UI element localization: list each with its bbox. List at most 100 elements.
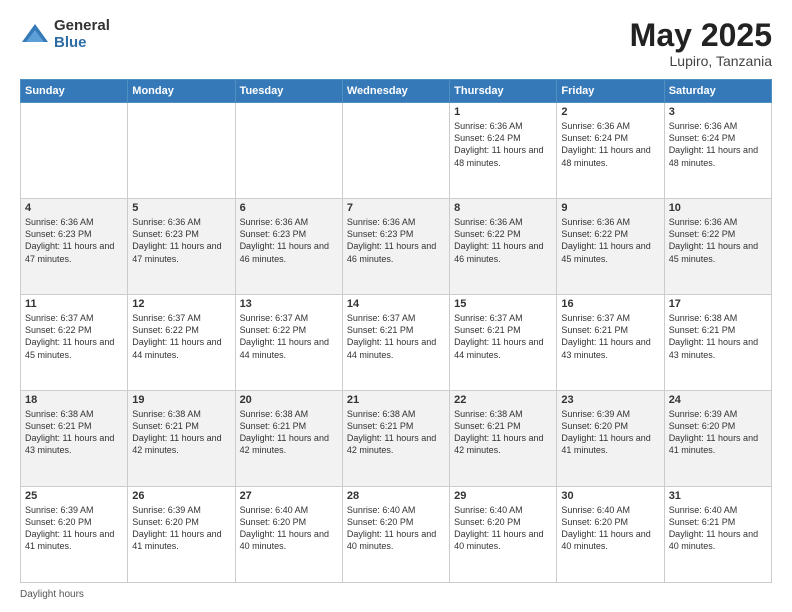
day-number: 30 (561, 490, 659, 502)
calendar-table: Sunday Monday Tuesday Wednesday Thursday… (20, 79, 772, 583)
logo-text: General Blue (54, 18, 110, 51)
calendar-cell (342, 103, 449, 199)
calendar-cell: 9 Sunrise: 6:36 AM Sunset: 6:22 PM Daylig… (557, 199, 664, 295)
day-info: Sunrise: 6:38 AM Sunset: 6:21 PM Dayligh… (454, 408, 552, 457)
day-number: 25 (25, 490, 123, 502)
day-number: 9 (561, 202, 659, 214)
calendar-cell: 24 Sunrise: 6:39 AM Sunset: 6:20 PM Dayli… (664, 391, 771, 487)
day-info: Sunrise: 6:40 AM Sunset: 6:20 PM Dayligh… (561, 504, 659, 553)
calendar-cell: 13 Sunrise: 6:37 AM Sunset: 6:22 PM Dayli… (235, 295, 342, 391)
day-info: Sunrise: 6:39 AM Sunset: 6:20 PM Dayligh… (132, 504, 230, 553)
calendar-cell: 31 Sunrise: 6:40 AM Sunset: 6:21 PM Dayli… (664, 487, 771, 583)
calendar-cell: 10 Sunrise: 6:36 AM Sunset: 6:22 PM Dayli… (664, 199, 771, 295)
col-header-thursday: Thursday (450, 80, 557, 103)
col-header-friday: Friday (557, 80, 664, 103)
day-info: Sunrise: 6:36 AM Sunset: 6:23 PM Dayligh… (25, 216, 123, 265)
page: General Blue May 2025 Lupiro, Tanzania S… (0, 0, 792, 612)
day-number: 19 (132, 394, 230, 406)
day-info: Sunrise: 6:40 AM Sunset: 6:20 PM Dayligh… (240, 504, 338, 553)
day-number: 17 (669, 298, 767, 310)
day-info: Sunrise: 6:40 AM Sunset: 6:21 PM Dayligh… (669, 504, 767, 553)
day-number: 6 (240, 202, 338, 214)
day-info: Sunrise: 6:37 AM Sunset: 6:21 PM Dayligh… (347, 312, 445, 361)
day-number: 10 (669, 202, 767, 214)
calendar-cell: 23Sunrise: 6:39 AM Sunset: 6:20 PM Dayli… (557, 391, 664, 487)
day-number: 5 (132, 202, 230, 214)
day-number: 24 (669, 394, 767, 406)
logo-general-text: General (54, 18, 110, 35)
day-number: 20 (240, 394, 338, 406)
title-block: May 2025 Lupiro, Tanzania (630, 18, 772, 69)
title-location: Lupiro, Tanzania (630, 53, 772, 69)
day-number: 31 (669, 490, 767, 502)
day-number: 15 (454, 298, 552, 310)
day-number: 27 (240, 490, 338, 502)
day-number: 7 (347, 202, 445, 214)
calendar-cell: 15 Sunrise: 6:37 AM Sunset: 6:21 PM Dayli… (450, 295, 557, 391)
calendar-cell: 18Sunrise: 6:38 AM Sunset: 6:21 PM Dayli… (21, 391, 128, 487)
day-info: Sunrise: 6:38 AM Sunset: 6:21 PM Dayligh… (240, 408, 338, 457)
day-info: Sunrise: 6:36 AM Sunset: 6:22 PM Dayligh… (669, 216, 767, 265)
day-info: Sunrise: 6:36 AM Sunset: 6:23 PM Dayligh… (240, 216, 338, 265)
calendar-cell: 2Sunrise: 6:36 AM Sunset: 6:24 PM Daylig… (557, 103, 664, 199)
day-number: 29 (454, 490, 552, 502)
col-header-sunday: Sunday (21, 80, 128, 103)
calendar-cell: 14 Sunrise: 6:37 AM Sunset: 6:21 PM Dayli… (342, 295, 449, 391)
day-number: 21 (347, 394, 445, 406)
day-info: Sunrise: 6:36 AM Sunset: 6:23 PM Dayligh… (132, 216, 230, 265)
logo-icon (20, 20, 50, 50)
calendar-header-row: Sunday Monday Tuesday Wednesday Thursday… (21, 80, 772, 103)
calendar-cell: 5 Sunrise: 6:36 AM Sunset: 6:23 PM Daylig… (128, 199, 235, 295)
day-info: Sunrise: 6:38 AM Sunset: 6:21 PM Dayligh… (25, 408, 123, 457)
calendar-cell: 28 Sunrise: 6:40 AM Sunset: 6:20 PM Dayli… (342, 487, 449, 583)
calendar-cell: 26Sunrise: 6:39 AM Sunset: 6:20 PM Dayli… (128, 487, 235, 583)
calendar-cell: 8Sunrise: 6:36 AM Sunset: 6:22 PM Daylig… (450, 199, 557, 295)
day-info: Sunrise: 6:37 AM Sunset: 6:22 PM Dayligh… (240, 312, 338, 361)
calendar-cell: 21Sunrise: 6:38 AM Sunset: 6:21 PM Dayli… (342, 391, 449, 487)
calendar-cell: 7 Sunrise: 6:36 AM Sunset: 6:23 PM Daylig… (342, 199, 449, 295)
day-info: Sunrise: 6:38 AM Sunset: 6:21 PM Dayligh… (669, 312, 767, 361)
day-info: Sunrise: 6:36 AM Sunset: 6:22 PM Dayligh… (454, 216, 552, 265)
calendar-cell: 27 Sunrise: 6:40 AM Sunset: 6:20 PM Dayli… (235, 487, 342, 583)
day-info: Sunrise: 6:39 AM Sunset: 6:20 PM Dayligh… (561, 408, 659, 457)
calendar-cell (21, 103, 128, 199)
day-info: Sunrise: 6:36 AM Sunset: 6:22 PM Dayligh… (561, 216, 659, 265)
day-number: 22 (454, 394, 552, 406)
logo-blue-text: Blue (54, 35, 110, 52)
day-info: Sunrise: 6:36 AM Sunset: 6:24 PM Dayligh… (454, 120, 552, 169)
day-number: 2 (561, 106, 659, 118)
day-number: 28 (347, 490, 445, 502)
col-header-wednesday: Wednesday (342, 80, 449, 103)
logo: General Blue (20, 18, 110, 51)
day-info: Sunrise: 6:40 AM Sunset: 6:20 PM Dayligh… (454, 504, 552, 553)
day-info: Sunrise: 6:37 AM Sunset: 6:21 PM Dayligh… (561, 312, 659, 361)
day-info: Sunrise: 6:36 AM Sunset: 6:23 PM Dayligh… (347, 216, 445, 265)
day-number: 4 (25, 202, 123, 214)
calendar-cell: 19 Sunrise: 6:38 AM Sunset: 6:21 PM Dayli… (128, 391, 235, 487)
calendar-cell: 22 Sunrise: 6:38 AM Sunset: 6:21 PM Dayli… (450, 391, 557, 487)
calendar-cell (128, 103, 235, 199)
day-number: 14 (347, 298, 445, 310)
day-info: Sunrise: 6:37 AM Sunset: 6:21 PM Dayligh… (454, 312, 552, 361)
calendar-cell: 30 Sunrise: 6:40 AM Sunset: 6:20 PM Dayli… (557, 487, 664, 583)
day-number: 13 (240, 298, 338, 310)
calendar-cell: 3Sunrise: 6:36 AM Sunset: 6:24 PM Daylig… (664, 103, 771, 199)
calendar-cell: 16 Sunrise: 6:37 AM Sunset: 6:21 PM Dayli… (557, 295, 664, 391)
calendar-cell: 1 Sunrise: 6:36 AM Sunset: 6:24 PM Daylig… (450, 103, 557, 199)
day-number: 11 (25, 298, 123, 310)
col-header-monday: Monday (128, 80, 235, 103)
day-info: Sunrise: 6:39 AM Sunset: 6:20 PM Dayligh… (25, 504, 123, 553)
day-info: Sunrise: 6:39 AM Sunset: 6:20 PM Dayligh… (669, 408, 767, 457)
day-info: Sunrise: 6:38 AM Sunset: 6:21 PM Dayligh… (132, 408, 230, 457)
day-number: 16 (561, 298, 659, 310)
calendar-cell: 12Sunrise: 6:37 AM Sunset: 6:22 PM Dayli… (128, 295, 235, 391)
day-info: Sunrise: 6:37 AM Sunset: 6:22 PM Dayligh… (132, 312, 230, 361)
calendar-cell: 11Sunrise: 6:37 AM Sunset: 6:22 PM Dayli… (21, 295, 128, 391)
daylight-label: Daylight hours (20, 589, 84, 600)
calendar-cell: 29 Sunrise: 6:40 AM Sunset: 6:20 PM Dayli… (450, 487, 557, 583)
day-number: 1 (454, 106, 552, 118)
calendar-cell: 20 Sunrise: 6:38 AM Sunset: 6:21 PM Dayli… (235, 391, 342, 487)
day-info: Sunrise: 6:36 AM Sunset: 6:24 PM Dayligh… (669, 120, 767, 169)
col-header-saturday: Saturday (664, 80, 771, 103)
day-info: Sunrise: 6:40 AM Sunset: 6:20 PM Dayligh… (347, 504, 445, 553)
